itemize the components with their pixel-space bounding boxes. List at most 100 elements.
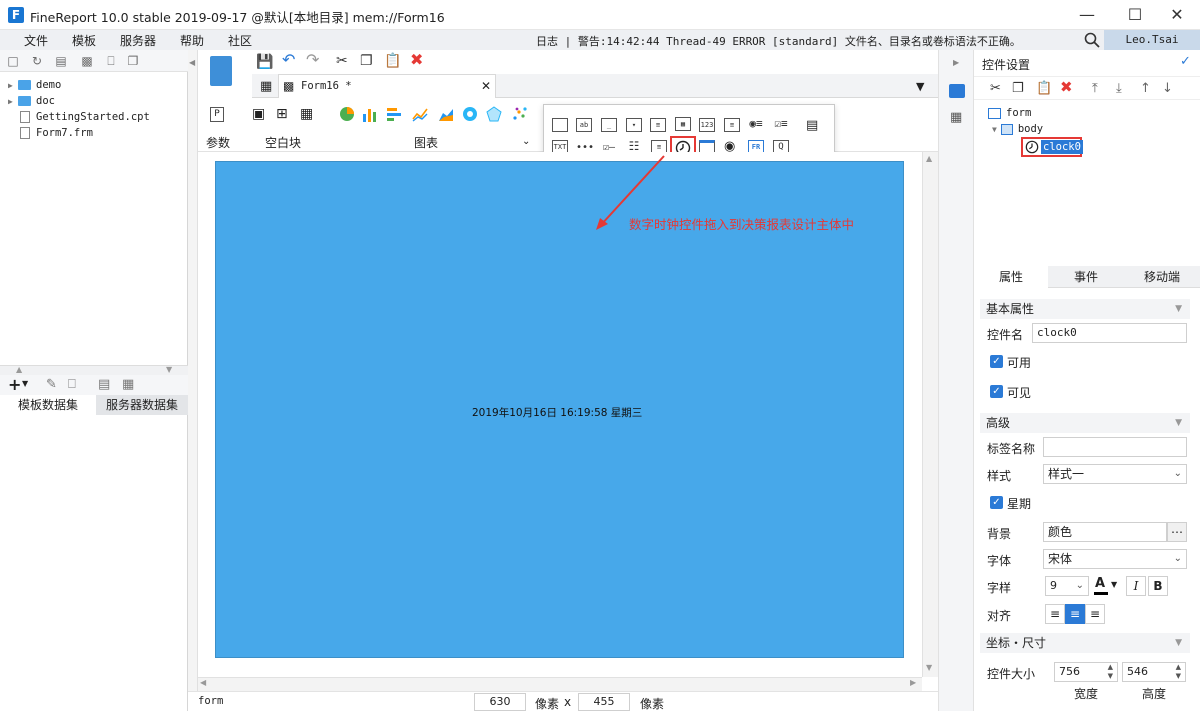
hbar-chart-icon[interactable]: [386, 106, 402, 122]
search-icon[interactable]: [1084, 32, 1100, 51]
tree-item-doc[interactable]: ▶ doc: [8, 93, 55, 109]
combotree-widget-icon[interactable]: ≡: [650, 118, 666, 132]
delete-icon[interactable]: ✖: [410, 52, 423, 68]
copy-icon[interactable]: ❐: [360, 53, 373, 69]
move-up-icon[interactable]: ↑: [1140, 81, 1151, 97]
background-more-button[interactable]: ⋯: [1167, 522, 1187, 542]
gauge-chart-icon[interactable]: [462, 106, 478, 122]
undo-icon[interactable]: ↶: [282, 52, 295, 68]
close-button[interactable]: ✕: [1154, 0, 1200, 30]
copy-icon[interactable]: ❐: [1012, 81, 1024, 97]
open-icon[interactable]: ▤: [54, 54, 68, 68]
font-select[interactable]: 宋体 ⌄: [1043, 549, 1187, 569]
cut-icon[interactable]: ✂: [336, 53, 348, 69]
radar-chart-icon[interactable]: [486, 106, 502, 122]
preview-icon[interactable]: ▤: [98, 377, 110, 392]
parameter-icon[interactable]: P: [210, 107, 224, 122]
bold-button[interactable]: B: [1148, 576, 1168, 596]
move-down-icon[interactable]: ↓: [1162, 81, 1173, 97]
copy-icon[interactable]: ❐: [126, 54, 140, 68]
style-select[interactable]: 样式一 ⌄: [1043, 464, 1187, 484]
menu-file[interactable]: 文件: [24, 32, 48, 49]
menu-server[interactable]: 服务器: [120, 32, 156, 49]
widget-settings-icon[interactable]: [949, 84, 965, 98]
delete-icon[interactable]: ⎕: [104, 54, 118, 68]
move-bottom-icon[interactable]: ⤓: [1116, 81, 1122, 97]
menu-help[interactable]: 帮助: [180, 32, 204, 49]
widget-name-input[interactable]: clock0: [1032, 323, 1187, 343]
tree-node-clock0[interactable]: clock0: [1021, 137, 1083, 157]
absolute-block-icon[interactable]: ▦: [300, 106, 313, 122]
form-template-icon[interactable]: [210, 56, 232, 86]
minimize-button[interactable]: —: [1064, 0, 1110, 30]
enabled-checkbox[interactable]: ✓: [990, 355, 1003, 368]
italic-button[interactable]: I: [1126, 576, 1146, 596]
basic-section-header[interactable]: 基本属性 ▼: [980, 299, 1190, 319]
pie-chart-icon[interactable]: [339, 106, 355, 122]
tree-node-body[interactable]: ▼ body: [992, 123, 1043, 135]
chart-more-chevron-icon[interactable]: ⌄: [522, 136, 530, 147]
export-icon[interactable]: ▩: [80, 54, 94, 68]
user-name[interactable]: Leo.Tsai: [1104, 30, 1200, 50]
radio-group-widget-icon[interactable]: ◉≡: [748, 118, 764, 132]
tab-mobile[interactable]: 移动端: [1124, 266, 1200, 288]
add-icon[interactable]: +: [8, 375, 21, 394]
paste-icon[interactable]: 📋: [384, 53, 401, 69]
tree-item-gettingstarted[interactable]: GettingStarted.cpt: [8, 109, 150, 125]
vertical-scrollbar[interactable]: ▲ ▼: [922, 152, 938, 677]
tab-menu-icon[interactable]: ▼: [916, 80, 924, 93]
menu-community[interactable]: 社区: [228, 32, 252, 49]
maximize-button[interactable]: ☐: [1112, 0, 1158, 30]
component-list-icon[interactable]: ▦: [950, 110, 962, 125]
label-widget-icon[interactable]: [552, 118, 568, 132]
tab-form16[interactable]: ▩ Form16 * ✕: [278, 74, 496, 98]
tab-server-dataset[interactable]: 服务器数据集: [96, 395, 188, 415]
background-input[interactable]: 颜色: [1043, 522, 1167, 542]
line-chart-icon[interactable]: [412, 106, 428, 122]
align-center-button[interactable]: ≡: [1065, 604, 1085, 624]
chevron-down-icon[interactable]: ▼: [22, 379, 28, 388]
blank-block-icon[interactable]: ▣: [252, 106, 265, 122]
cut-icon[interactable]: ✂: [990, 81, 1001, 97]
align-right-button[interactable]: ≡: [1085, 604, 1105, 624]
number-widget-icon[interactable]: 123: [699, 118, 715, 132]
collapse-arrow-icon[interactable]: ▶: [953, 58, 959, 67]
close-tab-icon[interactable]: ✕: [481, 79, 491, 93]
combo-widget-icon[interactable]: ▾: [626, 118, 642, 132]
chevron-down-icon[interactable]: ▼: [1111, 580, 1117, 589]
tree-node-form[interactable]: form: [988, 107, 1031, 119]
stepper-icon[interactable]: ▲ ▼: [1108, 663, 1113, 681]
area-chart-icon[interactable]: [438, 106, 454, 122]
paste-icon[interactable]: 📋: [1036, 81, 1052, 97]
width-input[interactable]: 756 ▲ ▼: [1054, 662, 1118, 682]
log-message[interactable]: 日志 | 警告:14:42:44 Thread-49 ERROR [standa…: [536, 33, 1021, 49]
panel-splitter[interactable]: ▲ ▼: [0, 365, 188, 375]
canvas-height-input[interactable]: 455: [578, 693, 630, 711]
height-input[interactable]: 546 ▲ ▼: [1122, 662, 1186, 682]
textarea-widget-icon[interactable]: ≡: [724, 118, 740, 132]
dataset-icon[interactable]: ▦: [122, 377, 134, 392]
trash-icon[interactable]: ⎕: [68, 377, 76, 392]
text-widget-icon[interactable]: ab: [576, 118, 592, 132]
grid-icon[interactable]: ▦: [260, 79, 272, 94]
checkbox-group-widget-icon[interactable]: ☑≡: [773, 118, 789, 132]
stepper-icon[interactable]: ▲ ▼: [1176, 663, 1181, 681]
redo-icon[interactable]: ↷: [306, 52, 319, 68]
tag-name-input[interactable]: [1043, 437, 1187, 457]
tab-template-dataset[interactable]: 模板数据集: [0, 395, 96, 415]
tree-item-demo[interactable]: ▶ demo: [8, 77, 61, 93]
delete-icon[interactable]: ✖: [1060, 79, 1073, 95]
edit-icon[interactable]: ✎: [46, 377, 57, 392]
date-widget-icon[interactable]: ▦: [675, 117, 691, 131]
search-widget-icon[interactable]: ▤: [806, 118, 818, 133]
save-icon[interactable]: 💾: [256, 54, 273, 70]
font-color-icon[interactable]: A: [1095, 576, 1105, 591]
tab-events[interactable]: 事件: [1048, 266, 1124, 288]
align-left-button[interactable]: ≡: [1045, 604, 1065, 624]
button-widget-icon[interactable]: _: [601, 118, 617, 132]
left-collapse-gutter[interactable]: ◀: [188, 50, 198, 711]
visible-checkbox[interactable]: ✓: [990, 385, 1003, 398]
tab-block-icon[interactable]: ⊞: [276, 106, 288, 122]
pin-icon[interactable]: ✓: [1180, 54, 1191, 69]
font-size-select[interactable]: 9 ⌄: [1045, 576, 1089, 596]
